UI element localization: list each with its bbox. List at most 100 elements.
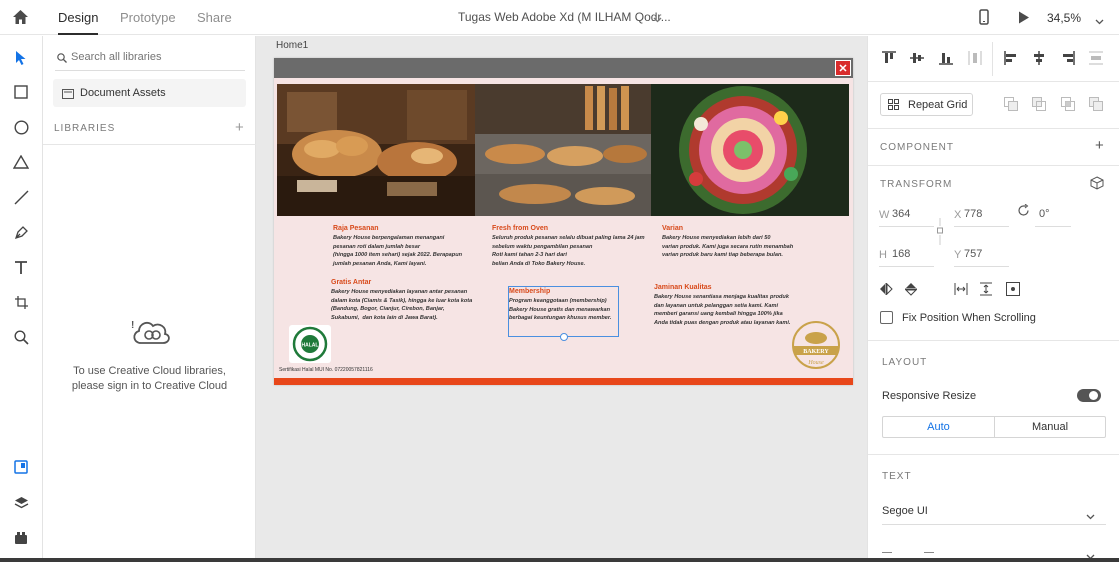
- rotation-value[interactable]: 0°: [1039, 208, 1050, 220]
- layers-icon[interactable]: [11, 493, 31, 513]
- feature-body[interactable]: Bakery House menyediakan layanan antar p…: [331, 288, 472, 322]
- font-family-select[interactable]: Segoe UI: [882, 505, 928, 517]
- height-value[interactable]: 168: [892, 248, 910, 260]
- divider: [868, 81, 1119, 82]
- lock-aspect-icon[interactable]: [936, 218, 944, 251]
- manual-option[interactable]: Manual: [995, 417, 1105, 437]
- boolean-exclude-icon[interactable]: [1089, 97, 1103, 114]
- zoom-tool-icon[interactable]: [11, 327, 31, 347]
- tab-prototype[interactable]: Prototype: [120, 10, 176, 25]
- text-tool-icon[interactable]: [11, 257, 31, 277]
- divider: [868, 340, 1119, 341]
- artboard-tool-icon[interactable]: [11, 292, 31, 312]
- search-libraries-input[interactable]: [71, 47, 243, 67]
- resize-handle[interactable]: [560, 333, 568, 341]
- fit-height-icon[interactable]: [980, 282, 992, 299]
- properties-panel: Repeat Grid COMPONENT + TRANSFORM W 364 …: [867, 36, 1119, 560]
- fit-both-icon[interactable]: [1006, 282, 1020, 299]
- flip-vertical-icon[interactable]: [904, 282, 918, 299]
- rotate-icon[interactable]: [1017, 203, 1030, 220]
- field-underline: [954, 266, 1009, 267]
- divider: [868, 165, 1119, 166]
- boolean-add-icon[interactable]: [1004, 97, 1018, 114]
- fix-position-checkbox[interactable]: [880, 311, 893, 324]
- font-weight-field[interactable]: [924, 552, 934, 553]
- auto-option[interactable]: Auto: [883, 417, 994, 437]
- line-tool-icon[interactable]: [11, 187, 31, 207]
- fit-width-icon[interactable]: [954, 283, 968, 298]
- feature-body[interactable]: Program keanggotaan (membership) Bakery …: [509, 297, 611, 323]
- align-middle-icon[interactable]: [910, 51, 924, 68]
- pen-tool-icon[interactable]: [11, 222, 31, 242]
- component-header: COMPONENT: [880, 142, 954, 153]
- 3d-transform-icon[interactable]: [1090, 176, 1104, 193]
- top-bar: Design Prototype Share Tugas Web Adobe X…: [0, 0, 1119, 35]
- toggle-knob: [1089, 391, 1098, 400]
- repeat-grid-button[interactable]: Repeat Grid: [880, 93, 973, 116]
- add-library-icon[interactable]: +: [235, 119, 244, 136]
- polygon-tool-icon[interactable]: [11, 152, 31, 172]
- align-bottom-icon[interactable]: [939, 51, 953, 68]
- zoom-level[interactable]: 34,5%: [1047, 11, 1081, 25]
- signin-message: To use Creative Cloud libraries, please …: [43, 364, 256, 394]
- feature-title[interactable]: Raja Pesanan: [333, 225, 379, 232]
- feature-title[interactable]: Gratis Antar: [331, 279, 371, 286]
- device-preview-icon[interactable]: [979, 9, 989, 28]
- play-icon[interactable]: [1018, 11, 1030, 27]
- document-title[interactable]: Tugas Web Adobe Xd (M ILHAM Qodr...: [458, 10, 671, 24]
- fix-position-label: Fix Position When Scrolling: [902, 312, 1036, 324]
- x-value[interactable]: 778: [964, 208, 982, 220]
- feature-body[interactable]: Bakery House senantiasa menjaga kualitas…: [654, 293, 790, 327]
- tab-share[interactable]: Share: [197, 10, 232, 25]
- distribute-vertical-icon[interactable]: [1089, 51, 1103, 68]
- feature-body[interactable]: Bakery House menyediakan lebih dari 50 v…: [662, 234, 793, 260]
- artboard[interactable]: ✕ Raja Pesanan Bakery House berpengalama…: [274, 58, 853, 385]
- home-icon[interactable]: [12, 9, 29, 28]
- text-header: TEXT: [882, 471, 912, 482]
- feature-title[interactable]: Varian: [662, 225, 683, 232]
- close-icon[interactable]: ✕: [835, 60, 851, 76]
- select-tool-icon[interactable]: [11, 48, 31, 68]
- add-component-icon[interactable]: +: [1095, 137, 1104, 154]
- boolean-subtract-icon[interactable]: [1032, 97, 1046, 114]
- bakery-house-logo: BAKERY House: [790, 320, 842, 373]
- chevron-down-icon[interactable]: [653, 12, 662, 26]
- flip-horizontal-icon[interactable]: [879, 282, 893, 298]
- plugins-icon[interactable]: [11, 528, 31, 548]
- font-style-field[interactable]: [882, 552, 892, 553]
- document-assets-item[interactable]: Document Assets: [53, 79, 246, 107]
- align-left-icon[interactable]: [1004, 51, 1018, 68]
- font-chevron-icon[interactable]: [1086, 509, 1095, 523]
- divider: [868, 128, 1119, 129]
- y-value[interactable]: 757: [964, 248, 982, 260]
- feature-body[interactable]: Seluruh produk pesanan selalu dibuat pal…: [492, 234, 645, 268]
- ellipse-tool-icon[interactable]: [11, 117, 31, 137]
- field-underline: [879, 266, 934, 267]
- feature-title[interactable]: Jaminan Kualitas: [654, 284, 712, 291]
- align-center-icon[interactable]: [1032, 51, 1046, 68]
- align-separator: [992, 42, 993, 76]
- zoom-chevron-icon[interactable]: [1095, 14, 1104, 28]
- feature-body[interactable]: Bakery House berpengalaman menangani pes…: [333, 234, 462, 268]
- boolean-intersect-icon[interactable]: [1061, 97, 1075, 114]
- artboard-name[interactable]: Home1: [276, 40, 308, 51]
- rectangle-tool-icon[interactable]: [11, 82, 31, 102]
- feature-title[interactable]: Membership: [509, 288, 550, 295]
- halal-caption[interactable]: Sertifikasi Halal MUI No. 07220057821116: [279, 367, 373, 373]
- signin-line-2: please sign in to Creative Cloud: [71, 380, 228, 392]
- design-canvas[interactable]: Home1 ✕ Raja Pesanan Bakery House berpen…: [256, 36, 867, 558]
- width-value[interactable]: 364: [892, 208, 910, 220]
- libraries-panel: Document Assets LIBRARIES + ! To use Cre…: [43, 36, 256, 558]
- field-underline: [882, 524, 1106, 525]
- field-underline: [954, 226, 1009, 227]
- feature-title[interactable]: Fresh from Oven: [492, 225, 548, 232]
- tab-design[interactable]: Design: [58, 10, 99, 35]
- libraries-panel-icon[interactable]: [11, 457, 31, 477]
- search-underline: [55, 70, 245, 71]
- distribute-horizontal-icon[interactable]: [968, 51, 982, 68]
- align-right-icon[interactable]: [1061, 51, 1075, 68]
- creative-cloud-icon: !: [129, 317, 173, 350]
- repeat-grid-label: Repeat Grid: [908, 99, 968, 111]
- responsive-resize-toggle[interactable]: [1077, 389, 1101, 402]
- align-top-icon[interactable]: [882, 51, 896, 68]
